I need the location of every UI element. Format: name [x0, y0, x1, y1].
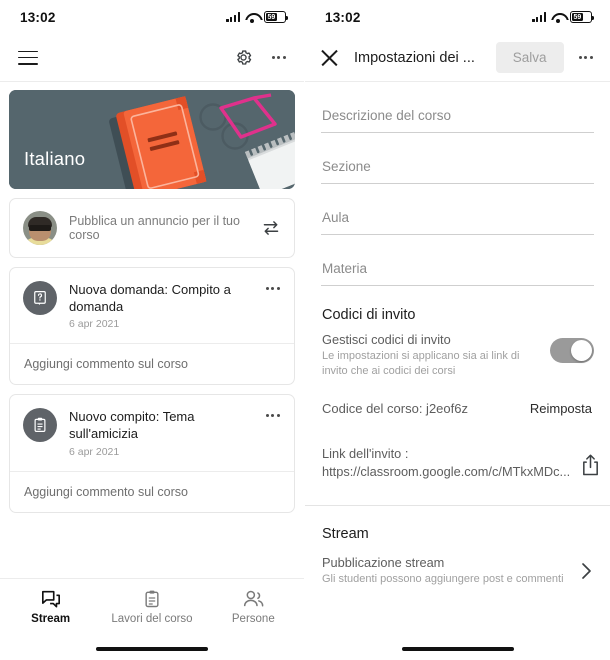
post-more-options-icon[interactable]	[265, 281, 281, 296]
course-banner-illustration	[9, 90, 295, 189]
question-assignment-icon	[23, 281, 57, 315]
subject-placeholder[interactable]: Materia	[322, 261, 594, 276]
post-date: 6 apr 2021	[69, 445, 120, 458]
course-description-placeholder[interactable]: Descrizione del corso	[322, 108, 594, 123]
settings-app-bar: Impostazioni dei ... Salva	[305, 34, 610, 82]
invite-link-row: Link dell'invito : https://classroom.goo…	[321, 416, 599, 479]
status-icons: 59	[532, 11, 595, 23]
announcement-row[interactable]: Pubblica un annuncio per il tuo corso	[10, 199, 294, 257]
nav-label-stream: Stream	[31, 613, 71, 625]
stream-section: Stream Pubblicazione stream Gli studenti…	[321, 506, 594, 587]
chevron-right-icon[interactable]	[580, 560, 593, 582]
manage-invite-codes-text: Gestisci codici di invito Le impostazion…	[322, 332, 540, 379]
more-options-icon[interactable]	[578, 50, 594, 65]
classwork-clipboard-icon	[145, 590, 159, 608]
post-text: Nuova domanda: Compito a domanda 6 apr 2…	[69, 281, 253, 330]
home-indicator	[401, 646, 514, 651]
post-date: 6 apr 2021	[69, 318, 120, 331]
stream-posting-label: Pubblicazione stream	[322, 555, 445, 571]
battery-icon: 59	[264, 11, 289, 23]
post-text: Nuovo compito: Tema sull'amicizia 6 apr …	[69, 408, 253, 457]
section-field[interactable]: Sezione	[321, 133, 594, 184]
bottom-navigation: Stream Lavori del corso Persone	[0, 578, 304, 660]
post-card[interactable]: Nuovo compito: Tema sull'amicizia 6 apr …	[9, 394, 295, 513]
page-title: Impostazioni dei ...	[354, 49, 475, 66]
post-card[interactable]: Nuova domanda: Compito a domanda 6 apr 2…	[9, 267, 295, 386]
left-app-bar-actions	[234, 48, 287, 67]
status-time: 13:02	[325, 9, 361, 25]
gear-icon[interactable]	[234, 48, 253, 67]
cellular-signal-icon	[532, 12, 546, 22]
cellular-signal-icon	[226, 12, 240, 22]
invite-codes-section: Codici di invito Gestisci codici di invi…	[321, 286, 599, 479]
nav-tab-stream[interactable]: Stream	[0, 589, 101, 625]
dual-screenshot-container: 13:02 59 Italiano Pubblica un annuncio p…	[0, 0, 610, 660]
settings-content: Descrizione del corso Sezione Aula Mater…	[305, 82, 610, 588]
wifi-icon	[551, 12, 565, 23]
manage-invite-codes-label: Gestisci codici di invito	[322, 332, 451, 347]
stream-posting-row[interactable]: Pubblicazione stream Gli studenti posson…	[321, 542, 594, 587]
announcement-card[interactable]: Pubblica un annuncio per il tuo corso	[9, 198, 295, 258]
status-bar-left: 13:02 59	[0, 0, 304, 34]
manage-invite-codes-row[interactable]: Gestisci codici di invito Le impostazion…	[321, 323, 594, 379]
invite-link-text: Link dell'invito : https://classroom.goo…	[322, 446, 570, 479]
announcement-placeholder[interactable]: Pubblica un annuncio per il tuo corso	[69, 214, 249, 242]
people-icon	[243, 590, 264, 607]
section-placeholder[interactable]: Sezione	[322, 159, 594, 174]
hamburger-menu-icon[interactable]	[18, 50, 38, 65]
nav-tab-classwork[interactable]: Lavori del corso	[101, 589, 202, 625]
wifi-icon	[245, 12, 259, 23]
left-app-bar	[0, 34, 304, 82]
swap-arrows-icon[interactable]	[261, 219, 281, 237]
left-screen-course-stream: 13:02 59 Italiano Pubblica un annuncio p…	[0, 0, 305, 660]
right-screen-course-settings: 13:02 59 Impostazioni dei ... Salva Desc…	[305, 0, 610, 660]
stream-section-title: Stream	[322, 526, 369, 543]
left-content: Italiano Pubblica un annuncio per il tuo…	[0, 82, 304, 612]
add-comment-input[interactable]: Aggiungi commento sul corso	[10, 344, 294, 384]
course-name: Italiano	[24, 148, 86, 169]
home-indicator	[96, 646, 208, 651]
manage-invite-codes-sublabel: Le impostazioni si applicano sia ai link…	[322, 350, 520, 378]
nav-tab-people[interactable]: Persone	[203, 589, 304, 625]
status-icons: 59	[226, 11, 289, 23]
reset-code-button[interactable]: Reimposta	[530, 401, 593, 416]
share-icon[interactable]	[580, 453, 601, 477]
course-banner[interactable]: Italiano	[9, 90, 295, 189]
course-code-label: Codice del corso: j2eof6z	[322, 401, 468, 417]
post-title: Nuovo compito: Tema sull'amicizia	[69, 409, 195, 441]
stream-posting-text: Pubblicazione stream Gli studenti posson…	[322, 555, 570, 587]
invite-link-url[interactable]: https://classroom.google.com/c/MTkxMDc..…	[322, 464, 570, 479]
close-icon[interactable]	[319, 47, 340, 68]
nav-label-classwork: Lavori del corso	[111, 613, 193, 625]
post-header[interactable]: Nuovo compito: Tema sull'amicizia 6 apr …	[10, 395, 294, 470]
room-field[interactable]: Aula	[321, 184, 594, 235]
toggle-knob	[570, 339, 593, 362]
room-placeholder[interactable]: Aula	[322, 210, 594, 225]
more-options-icon[interactable]	[271, 50, 287, 65]
course-code-row: Codice del corso: j2eof6z Reimposta	[321, 379, 594, 416]
battery-level: 59	[572, 13, 583, 21]
add-comment-input[interactable]: Aggiungi commento sul corso	[10, 472, 294, 512]
invite-codes-title: Codici di invito	[322, 307, 416, 323]
manage-invite-codes-toggle[interactable]	[550, 338, 594, 363]
nav-label-people: Persone	[231, 613, 275, 625]
post-more-options-icon[interactable]	[265, 408, 281, 423]
subject-field[interactable]: Materia	[321, 235, 594, 286]
course-description-field[interactable]: Descrizione del corso	[321, 82, 594, 133]
stream-posting-sublabel: Gli studenti possono aggiungere post e c…	[322, 573, 564, 586]
battery-level: 59	[266, 13, 277, 21]
status-bar-right: 13:02 59	[305, 0, 610, 34]
assignment-clipboard-icon	[23, 408, 57, 443]
user-avatar[interactable]	[23, 211, 57, 245]
status-time: 13:02	[20, 9, 56, 25]
post-header[interactable]: Nuova domanda: Compito a domanda 6 apr 2…	[10, 268, 294, 343]
battery-icon: 59	[570, 11, 595, 23]
stream-chat-icon	[41, 590, 60, 608]
post-title: Nuova domanda: Compito a domanda	[69, 282, 231, 314]
invite-link-label: Link dell'invito :	[322, 446, 409, 462]
save-button[interactable]: Salva	[495, 42, 564, 73]
